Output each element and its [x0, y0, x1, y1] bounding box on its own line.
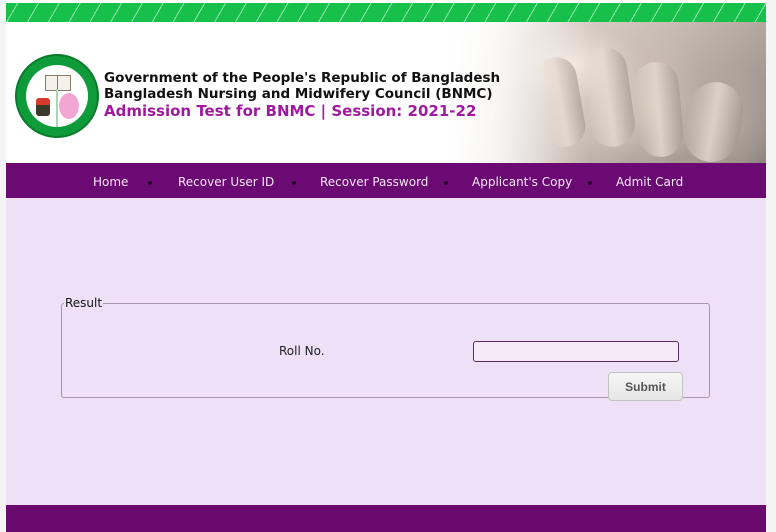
- bullet-dot-icon: [292, 181, 296, 185]
- submit-button[interactable]: Submit: [608, 372, 683, 401]
- header-title-block: Government of the People's Republic of B…: [104, 70, 500, 121]
- nav-recover-password[interactable]: Recover Password: [320, 163, 428, 198]
- roll-no-label: Roll No.: [279, 344, 325, 358]
- book-icon: [45, 75, 71, 91]
- government-title: Government of the People's Republic of B…: [104, 70, 501, 86]
- roll-no-input[interactable]: [473, 341, 679, 362]
- main-nav: Home Recover User ID Recover Password Ap…: [6, 163, 766, 198]
- bullet-dot-icon: [588, 181, 592, 185]
- site-header: Government of the People's Republic of B…: [6, 22, 766, 163]
- lamp-icon: [36, 98, 50, 116]
- nav-applicants-copy[interactable]: Applicant's Copy: [472, 163, 572, 198]
- nav-admit-card[interactable]: Admit Card: [616, 163, 683, 198]
- mother-child-icon: [59, 93, 79, 119]
- council-title: Bangladesh Nursing and Midwifery Council…: [104, 86, 493, 102]
- site-footer: [6, 505, 766, 532]
- result-legend: Result: [65, 296, 103, 310]
- main-content: Result Roll No. Submit: [6, 198, 766, 505]
- nav-recover-user-id[interactable]: Recover User ID: [178, 163, 274, 198]
- bullet-dot-icon: [148, 181, 152, 185]
- nav-home[interactable]: Home: [93, 163, 128, 198]
- top-stripe-bar: [6, 3, 766, 22]
- bnmc-logo-icon: [15, 54, 99, 138]
- page: Government of the People's Republic of B…: [6, 0, 766, 532]
- result-fieldset: Result Roll No. Submit: [61, 296, 710, 401]
- bullet-dot-icon: [444, 181, 448, 185]
- admission-session-title: Admission Test for BNMC | Session: 2021-…: [104, 102, 477, 120]
